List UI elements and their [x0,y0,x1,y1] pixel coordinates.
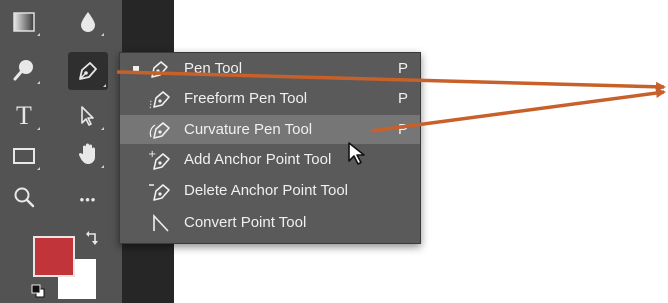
pen-icon [151,61,168,78]
menu-item-label: Pen Tool [184,60,243,77]
add-anchor-point-icon: + [148,149,170,170]
menu-item-shortcut: P [398,60,409,77]
menu-item-freeform-pen-tool[interactable]: Freeform Pen Tool P [120,84,420,113]
menu-item-curvature-pen-tool[interactable]: Curvature Pen Tool P [120,115,420,144]
arrow-icon [81,106,94,126]
default-colors-icon[interactable] [31,284,45,298]
pen-tool-flyout-menu: Pen Tool P Freeform Pen Tool P Curvature… [119,52,421,244]
rectangle-icon [13,148,35,164]
menu-item-pen-tool[interactable]: Pen Tool P [120,54,420,83]
menu-item-label: Convert Point Tool [184,214,307,231]
more-icon: ••• [79,191,97,207]
foreground-color-swatch[interactable] [33,236,75,277]
rectangle-tool[interactable] [6,139,42,173]
delete-anchor-point-icon [149,184,170,201]
zoom-tool[interactable] [6,180,42,214]
pen-tool[interactable] [68,52,108,90]
tools-panel: T ••• [0,0,122,303]
freeform-pen-icon [149,91,170,109]
zoom-icon [14,187,35,208]
menu-item-add-anchor-point-tool[interactable]: + Add Anchor Point Tool [120,145,420,174]
hand-icon [78,143,95,164]
svg-text:+: + [148,149,156,160]
type-tool[interactable]: T [6,99,42,133]
menu-item-label: Freeform Pen Tool [184,90,308,107]
mouse-cursor-icon [348,142,365,165]
gradient-tool[interactable] [6,5,42,39]
menu-item-delete-anchor-point-tool[interactable]: Delete Anchor Point Tool [120,176,420,205]
blur-tool[interactable] [70,5,106,39]
type-icon: T [16,101,32,130]
curvature-pen-icon [149,122,170,139]
path-selection-tool[interactable] [70,99,106,133]
hand-tool[interactable] [70,137,106,171]
menu-item-shortcut: P [398,90,409,107]
convert-point-icon [153,213,169,232]
menu-item-label: Add Anchor Point Tool [184,151,332,168]
dodge-tool[interactable] [6,53,42,87]
pen-icon [79,62,97,80]
selected-indicator [133,65,139,72]
menu-item-convert-point-tool[interactable]: Convert Point Tool [120,208,420,237]
dodge-icon [13,60,33,81]
gradient-icon [13,12,35,32]
menu-item-label: Curvature Pen Tool [184,121,313,138]
droplet-icon [81,12,95,32]
menu-item-label: Delete Anchor Point Tool [184,182,348,199]
swap-colors-icon[interactable] [84,230,100,248]
more-tools[interactable]: ••• [70,182,106,216]
menu-item-shortcut: P [398,121,409,138]
